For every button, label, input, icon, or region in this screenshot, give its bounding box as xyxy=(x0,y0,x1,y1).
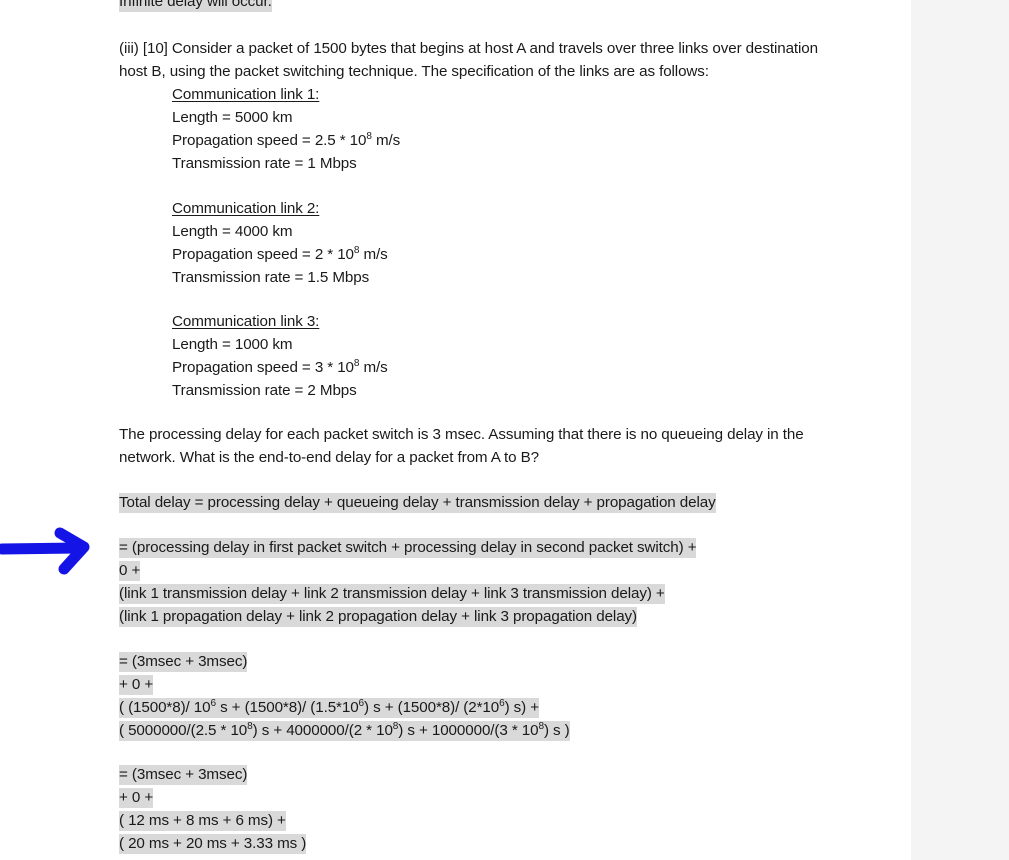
answer-block3-line-2-text: + 0 + xyxy=(119,788,154,808)
link-3-propagation-speed: Propagation speed = 3 * 108 m/s xyxy=(172,357,388,380)
prompt-line-1-text: The processing delay for each packet swi… xyxy=(119,426,804,443)
link-2-propagation-speed: Propagation speed = 2 * 108 m/s xyxy=(172,244,388,267)
link-3-length-text: Length = 1000 km xyxy=(172,336,293,353)
answer-total-delay: Total delay = processing delay + queuein… xyxy=(119,492,716,515)
link-2-propagation-prefix: Propagation speed = 2 * 10 xyxy=(172,246,354,263)
answer-block1-line-4: (link 1 propagation delay + link 2 propa… xyxy=(119,606,637,629)
answer-block3-line-4: ( 20 ms + 20 ms + 3.33 ms ) xyxy=(119,833,306,856)
answer-block2-line-4: ( 5000000/(2.5 * 108) s + 4000000/(2 * 1… xyxy=(119,720,570,743)
link-3-length: Length = 1000 km xyxy=(172,334,293,357)
answer-block1-line-1-text: = (processing delay in first packet swit… xyxy=(119,538,697,558)
answer-block3-line-4-text: ( 20 ms + 20 ms + 3.33 ms ) xyxy=(119,834,307,854)
link-1-propagation-suffix: m/s xyxy=(371,132,401,149)
answer-block2-line-3: ( (1500*8)/ 106 s + (1500*8)/ (1.5*106) … xyxy=(119,697,539,720)
link-2-transmission-rate-text: Transmission rate = 1.5 Mbps xyxy=(172,269,370,286)
question-line-2: host B, using the packet switching techn… xyxy=(119,61,709,84)
prompt-line-2: network. What is the end-to-end delay fo… xyxy=(119,447,539,470)
answer-block1-line-2: 0 + xyxy=(119,560,140,583)
answer-block2-line-3-text: ( (1500*8)/ 106 s + (1500*8)/ (1.5*106) … xyxy=(119,697,540,718)
answer-block1-line-2-text: 0 + xyxy=(119,561,141,581)
link-2-propagation-suffix: m/s xyxy=(359,246,388,263)
clipped-top-line-text: Infinite delay will occur. xyxy=(119,0,272,12)
answer-block1-line-1: = (processing delay in first packet swit… xyxy=(119,537,697,560)
question-line-2-text: host B, using the packet switching techn… xyxy=(119,63,709,80)
page-edge-band xyxy=(911,0,1009,860)
answer-block2-line-1-text: = (3msec + 3msec) xyxy=(119,652,248,672)
blue-arrow-annotation-icon xyxy=(0,527,90,575)
prompt-line-2-text: network. What is the end-to-end delay fo… xyxy=(119,449,540,466)
link-3-heading-text: Communication link 3: xyxy=(172,313,320,330)
link-3-propagation-prefix: Propagation speed = 3 * 10 xyxy=(172,359,354,376)
answer-block1-line-3-text: (link 1 transmission delay + link 2 tran… xyxy=(119,584,665,604)
link-2-length: Length = 4000 km xyxy=(172,221,293,244)
link-3-transmission-rate-text: Transmission rate = 2 Mbps xyxy=(172,382,357,399)
clipped-top-line: Infinite delay will occur. xyxy=(119,0,272,14)
question-line-1-text: (iii) [10] Consider a packet of 1500 byt… xyxy=(119,40,819,57)
link-1-length: Length = 5000 km xyxy=(172,107,293,130)
link-2-length-text: Length = 4000 km xyxy=(172,223,293,240)
link-1-transmission-rate-text: Transmission rate = 1 Mbps xyxy=(172,155,357,172)
answer-block2-line-2-text: + 0 + xyxy=(119,675,154,695)
link-1-propagation-speed: Propagation speed = 2.5 * 108 m/s xyxy=(172,130,400,153)
answer-total-delay-text: Total delay = processing delay + queuein… xyxy=(119,493,716,513)
answer-block1-line-3: (link 1 transmission delay + link 2 tran… xyxy=(119,583,665,606)
answer-block3-line-3-text: ( 12 ms + 8 ms + 6 ms) + xyxy=(119,811,286,831)
link-1-length-text: Length = 5000 km xyxy=(172,109,293,126)
answer-block2-line-1: = (3msec + 3msec) xyxy=(119,651,247,674)
link-3-heading: Communication link 3: xyxy=(172,311,319,334)
link-2-heading: Communication link 2: xyxy=(172,198,319,221)
link-1-transmission-rate: Transmission rate = 1 Mbps xyxy=(172,153,357,176)
answer-block2-line-2: + 0 + xyxy=(119,674,153,697)
answer-block3-line-2: + 0 + xyxy=(119,787,153,810)
answer-block3-line-1: = (3msec + 3msec) xyxy=(119,764,247,787)
answer-block3-line-3: ( 12 ms + 8 ms + 6 ms) + xyxy=(119,810,286,833)
question-line-1: (iii) [10] Consider a packet of 1500 byt… xyxy=(119,38,818,61)
link-1-propagation-prefix: Propagation speed = 2.5 * 10 xyxy=(172,132,367,149)
document-body: Infinite delay will occur. (iii) [10] Co… xyxy=(0,0,911,860)
link-2-transmission-rate: Transmission rate = 1.5 Mbps xyxy=(172,267,369,290)
prompt-line-1: The processing delay for each packet swi… xyxy=(119,424,804,447)
link-2-heading-text: Communication link 2: xyxy=(172,200,320,217)
link-3-propagation-suffix: m/s xyxy=(359,359,388,376)
link-1-heading-text: Communication link 1: xyxy=(172,86,320,103)
answer-block3-line-1-text: = (3msec + 3msec) xyxy=(119,765,248,785)
answer-block1-line-4-text: (link 1 propagation delay + link 2 propa… xyxy=(119,607,638,627)
answer-block2-line-4-text: ( 5000000/(2.5 * 108) s + 4000000/(2 * 1… xyxy=(119,720,570,741)
link-1-heading: Communication link 1: xyxy=(172,84,319,107)
link-3-transmission-rate: Transmission rate = 2 Mbps xyxy=(172,380,357,403)
